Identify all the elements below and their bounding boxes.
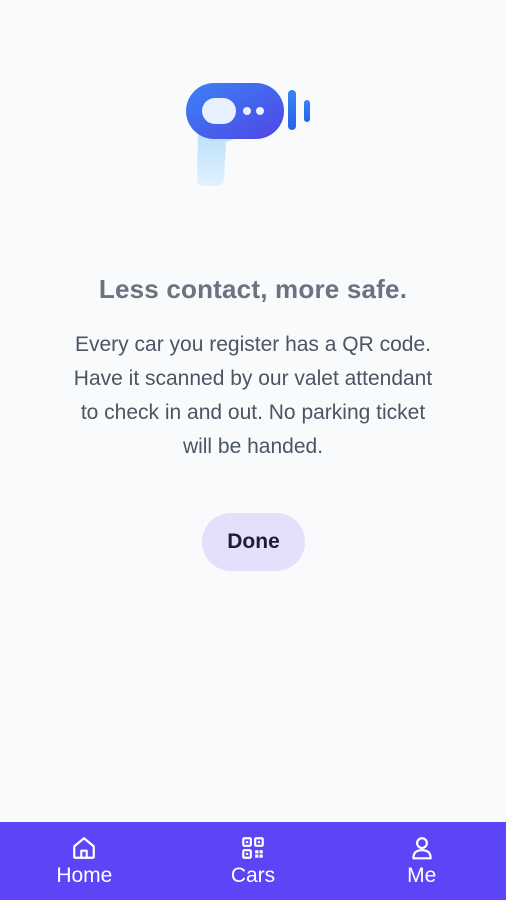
nav-item-home[interactable]: Home — [0, 822, 169, 900]
nav-item-cars[interactable]: Cars — [169, 822, 338, 900]
description-line: Have it scanned by our valet attendant — [73, 367, 433, 390]
nav-label-home: Home — [56, 864, 113, 887]
person-icon — [411, 837, 432, 860]
qr-scanner-gun-icon — [186, 83, 310, 186]
bottom-navigation: Home Cars Me — [0, 822, 506, 900]
description: Every car you register has a QR code. Ha… — [40, 328, 466, 464]
home-icon — [73, 837, 96, 859]
nav-label-cars: Cars — [230, 864, 276, 887]
page-title: Less contact, more safe. — [98, 274, 408, 304]
nav-label-me: Me — [407, 864, 437, 887]
description-line: will be handed. — [182, 435, 324, 458]
nav-item-me[interactable]: Me — [337, 822, 506, 900]
onboarding-screen: Less contact, more safe. Every car you r… — [0, 0, 506, 822]
description-line: Every car you register has a QR code. — [75, 333, 431, 356]
done-button[interactable]: Done — [202, 513, 305, 571]
qr-code-icon — [242, 837, 264, 859]
description-line: to check in and out. No parking ticket — [80, 401, 426, 424]
